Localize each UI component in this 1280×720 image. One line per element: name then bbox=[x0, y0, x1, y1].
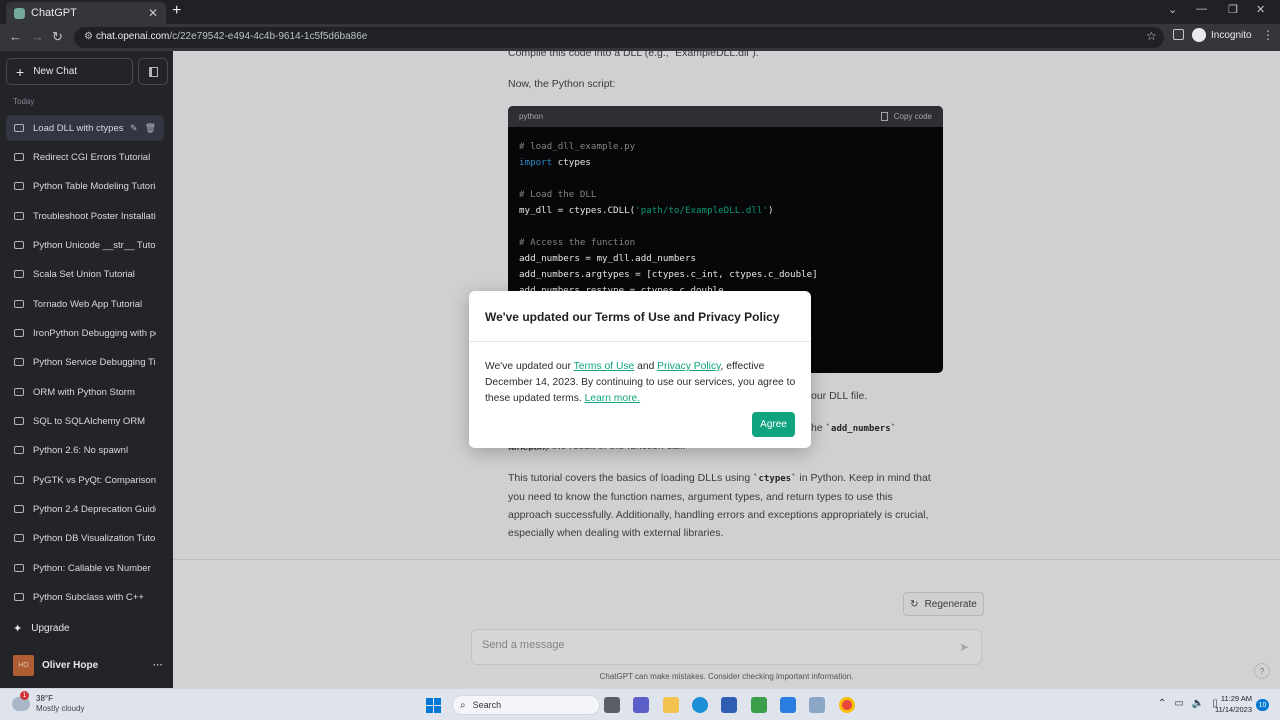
cloud-icon: 1 bbox=[12, 691, 30, 711]
clock-date: 11/14/2023 bbox=[1215, 705, 1252, 714]
chrome-icon[interactable] bbox=[839, 697, 855, 713]
notepad-icon[interactable] bbox=[751, 697, 767, 713]
close-window-icon[interactable]: ✕ bbox=[1256, 3, 1265, 16]
dialog-divider bbox=[469, 341, 811, 342]
browser-tab[interactable]: ChatGPT ✕ bbox=[6, 2, 166, 24]
learn-more-link[interactable]: Learn more. bbox=[585, 393, 641, 404]
chatgpt-favicon-icon bbox=[14, 7, 25, 19]
teams-chat-icon[interactable] bbox=[633, 697, 649, 713]
store-icon[interactable] bbox=[721, 697, 737, 713]
url-field[interactable]: ⚙ chat.openai.com/c/22e79542-e494-4c4b-9… bbox=[74, 27, 1164, 48]
app-icon[interactable] bbox=[809, 697, 825, 713]
incognito-icon bbox=[1192, 28, 1206, 42]
address-bar-row: ← → ↻ ⚙ chat.openai.com/c/22e79542-e494-… bbox=[0, 24, 1280, 51]
privacy-policy-link[interactable]: Privacy Policy bbox=[657, 361, 720, 372]
incognito-label: Incognito bbox=[1211, 29, 1252, 41]
taskbar: 1 38°F Mostly cloudy ⌕ Search ⌃ ▭ 🔈 ▯ 11:… bbox=[0, 688, 1280, 720]
dialog-body: We've updated our Terms of Use and Priva… bbox=[485, 359, 800, 407]
url-host: chat.openai.com bbox=[96, 31, 170, 42]
weather-widget[interactable]: 1 38°F Mostly cloudy bbox=[12, 691, 85, 714]
terms-update-dialog: We've updated our Terms of Use and Priva… bbox=[469, 291, 811, 448]
taskbar-search-label: Search bbox=[472, 700, 502, 710]
terms-of-use-link[interactable]: Terms of Use bbox=[574, 361, 635, 372]
volume-icon[interactable]: 🔈 bbox=[1192, 698, 1204, 709]
notification-badge[interactable]: 10 bbox=[1256, 699, 1269, 711]
clock-time: 11:29 AM bbox=[1220, 694, 1252, 703]
tab-title: ChatGPT bbox=[31, 7, 77, 19]
network-icon[interactable]: ▭ bbox=[1174, 698, 1183, 709]
task-view-icon[interactable] bbox=[604, 697, 620, 713]
close-tab-icon[interactable]: ✕ bbox=[148, 6, 158, 20]
url-path: /c/22e79542-e494-4c4b-9614-1c5f5d6ba86e bbox=[169, 31, 368, 42]
vscode-icon[interactable] bbox=[780, 697, 796, 713]
back-icon[interactable]: ← bbox=[9, 29, 22, 44]
file-explorer-icon[interactable] bbox=[663, 697, 679, 713]
bookmark-star-icon[interactable]: ☆ bbox=[1146, 29, 1157, 43]
weather-alert-badge: 1 bbox=[20, 691, 29, 700]
taskbar-search[interactable]: ⌕ Search bbox=[452, 695, 600, 715]
tab-search-icon[interactable]: ⌄ bbox=[1168, 3, 1177, 16]
side-panel-icon[interactable] bbox=[1173, 29, 1184, 40]
incognito-indicator[interactable]: Incognito bbox=[1192, 28, 1252, 42]
search-icon: ⌕ bbox=[460, 699, 466, 711]
dialog-title: We've updated our Terms of Use and Priva… bbox=[485, 310, 780, 324]
windows-start-icon[interactable] bbox=[426, 698, 441, 713]
minimize-icon[interactable]: — bbox=[1196, 3, 1207, 15]
dialog-text: We've updated our bbox=[485, 361, 574, 372]
browser-menu-icon[interactable]: ⋮ bbox=[1262, 28, 1274, 42]
weather-temperature: 38°F bbox=[36, 694, 53, 703]
clock[interactable]: 11:29 AM 11/14/2023 bbox=[1210, 693, 1252, 715]
show-hidden-icons-icon[interactable]: ⌃ bbox=[1158, 698, 1166, 709]
system-tray: ⌃ ▭ 🔈 ▯ bbox=[1158, 698, 1218, 709]
browser-tab-bar: ChatGPT ✕ + ⌄ — ❐ ✕ bbox=[0, 0, 1280, 24]
reload-icon[interactable]: ↻ bbox=[52, 29, 63, 45]
restore-icon[interactable]: ❐ bbox=[1228, 3, 1238, 16]
new-tab-button[interactable]: + bbox=[172, 2, 181, 20]
dialog-text: and bbox=[634, 361, 658, 372]
site-info-icon[interactable]: ⚙ bbox=[84, 31, 93, 42]
agree-button[interactable]: Agree bbox=[752, 412, 795, 437]
edge-browser-icon[interactable] bbox=[692, 697, 708, 713]
forward-icon[interactable]: → bbox=[31, 29, 44, 44]
url-text: chat.openai.com/c/22e79542-e494-4c4b-961… bbox=[96, 31, 367, 42]
weather-description: Mostly cloudy bbox=[36, 704, 85, 713]
